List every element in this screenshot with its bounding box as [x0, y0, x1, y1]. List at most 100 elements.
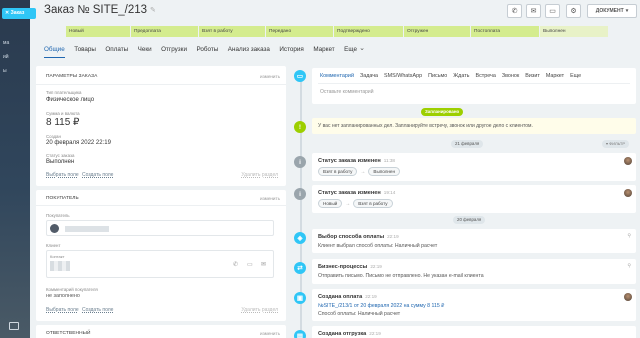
printer-icon[interactable]	[9, 322, 19, 330]
create-field-link[interactable]: Создать поле	[82, 307, 113, 313]
event-payment-method: Выбор способа оплаты 22:19 Клиент выбрал …	[312, 229, 636, 253]
created-value: 20 февраля 2022 22:19	[46, 140, 111, 146]
user-icon	[50, 224, 59, 233]
stage-8[interactable]: Выполнен	[540, 26, 608, 37]
activity-tab-6[interactable]: Встреча	[475, 73, 495, 79]
delete-section-link[interactable]: Удалить раздел	[241, 307, 278, 313]
event-time: 22:19	[369, 331, 381, 336]
activity-tab-3[interactable]: SMS/WhatsApp	[384, 73, 422, 79]
stage-4[interactable]: Передано	[266, 26, 333, 37]
tab-6[interactable]: Роботы	[196, 46, 218, 58]
event-text: Способ оплаты: Наличный расчет	[318, 311, 401, 317]
tab-5[interactable]: Отгрузки	[161, 46, 187, 58]
planned-card: У вас нет запланированных дел. Запланиру…	[312, 118, 636, 134]
choose-field-link[interactable]: Выбрать поле	[46, 307, 79, 313]
avatar[interactable]	[624, 189, 632, 197]
activity-tab-4[interactable]: Письмо	[428, 73, 447, 79]
stage-1[interactable]: Новый	[66, 26, 130, 37]
sidebar-item-2[interactable]: ий	[3, 54, 9, 60]
activity-tab-8[interactable]: Визит	[525, 73, 540, 79]
mail-icon[interactable]: ✉	[261, 261, 266, 268]
create-field-link[interactable]: Создать поле	[82, 172, 113, 178]
event-status-changed: Статус заказа изменен 11:38 Взят в работу…	[312, 153, 636, 181]
tab-4[interactable]: Чеки	[138, 46, 152, 58]
filter-label: ФИЛЬТР	[609, 141, 626, 146]
document-button[interactable]: ДОКУМЕНТ ▾	[587, 4, 637, 18]
activity-tab-5[interactable]: Ждать	[453, 73, 469, 79]
buyer-field[interactable]	[46, 220, 274, 236]
event-title: Статус заказа изменен	[318, 158, 381, 164]
document-button-label: ДОКУМЕНТ	[595, 8, 624, 14]
gear-icon[interactable]: ⚙	[566, 4, 581, 18]
client-label: Клиент	[46, 243, 61, 248]
event-time: 11:38	[383, 158, 395, 163]
event-shipment-created: Создана отгрузка 22:19	[312, 326, 636, 338]
params-edit-link[interactable]: изменить	[260, 74, 280, 79]
event-payment-created: Создана оплата 22:19 №SITE_/213/1 от 20 ф…	[312, 289, 636, 321]
chat-icon[interactable]: ▭	[247, 261, 253, 268]
pencil-icon[interactable]: ✎	[150, 6, 156, 14]
workflow-icon: ⇄	[294, 262, 306, 274]
buyer-card: ПОКУПАТЕЛЬ изменить Покупатель Клиент Ко…	[36, 190, 286, 321]
status-value: Выполнен	[46, 159, 75, 165]
client-field[interactable]: Контакт ✆ ▭ ✉	[46, 250, 274, 278]
choose-field-link[interactable]: Выбрать поле	[46, 172, 79, 178]
amount-label: Сумма и валюта	[46, 111, 80, 116]
tab-8[interactable]: История	[279, 46, 303, 58]
stage-2[interactable]: Предоплата	[131, 26, 198, 37]
buyer-edit-link[interactable]: изменить	[260, 196, 280, 201]
phone-icon[interactable]: ✆	[233, 261, 238, 268]
divider	[36, 205, 286, 206]
created-label: Создан	[46, 134, 61, 139]
stage-3[interactable]: Взят в работу	[199, 26, 265, 37]
tab-9[interactable]: Маркет	[313, 46, 334, 58]
stage-7[interactable]: Постоплата	[471, 26, 539, 37]
stage-6[interactable]: Отгружен	[404, 26, 470, 37]
tab-10[interactable]: Еще ⌄	[344, 45, 365, 58]
comment-icon: ▭	[294, 70, 306, 82]
slider-tab[interactable]: ✕ Заказ	[2, 8, 36, 19]
tab-3[interactable]: Оплаты	[105, 46, 128, 58]
status-label: Статус заказа	[46, 153, 75, 158]
activity-tabs: Комментарий Задача SMS/WhatsApp Письмо Ждать…	[320, 73, 587, 79]
timeline: ▭ Комментарий Задача SMS/WhatsApp Письмо Жда…	[288, 62, 640, 338]
sidebar-item-1[interactable]: ма	[3, 40, 9, 46]
payer-type-label: Тип плательщика	[46, 90, 82, 95]
chat-icon[interactable]: ▭	[545, 4, 560, 18]
event-status-changed: Статус заказа изменен 19:14 Новый → Взят в …	[312, 185, 636, 213]
stage-bar: Новый Предоплата Взят в работу Передано Подт…	[66, 26, 608, 37]
pin-icon[interactable]: ⚲	[627, 263, 631, 269]
contact-label: Контакт	[50, 254, 65, 259]
responsible-edit-link[interactable]: изменить	[260, 331, 280, 336]
activity-tab-9[interactable]: Маркет	[546, 73, 564, 79]
status-chip-from: Взят в работу	[318, 167, 358, 176]
divider	[318, 83, 630, 84]
arrow-right-icon: →	[360, 169, 366, 175]
comment-input[interactable]: Оставьте комментарий	[320, 89, 374, 95]
stage-5[interactable]: Подтверждено	[334, 26, 403, 37]
activity-tab-2[interactable]: Задача	[360, 73, 378, 79]
redacted-name	[65, 226, 109, 232]
left-sidebar: ма ий ы	[0, 0, 30, 338]
delete-section-link[interactable]: Удалить раздел	[241, 172, 278, 178]
info-icon: !	[294, 121, 306, 133]
filter-button[interactable]: ▾ ФИЛЬТР	[602, 140, 630, 148]
avatar[interactable]	[624, 293, 632, 301]
sidebar-item-3[interactable]: ы	[3, 68, 7, 74]
date-separator: 20 февраля	[453, 216, 486, 224]
activity-tab-10[interactable]: Еще	[570, 73, 581, 79]
wallet-icon: ◈	[294, 232, 306, 244]
payment-link[interactable]: №SITE_/213/1 от 20 февраля 2022 на сумму…	[318, 303, 444, 309]
event-time: 22:19	[370, 264, 382, 269]
phone-icon[interactable]: ✆	[507, 4, 522, 18]
truck-icon: ▤	[294, 330, 306, 338]
pin-icon[interactable]: ⚲	[627, 233, 631, 239]
date-separator: 21 февраля	[451, 140, 484, 148]
avatar[interactable]	[624, 157, 632, 165]
tab-2[interactable]: Товары	[74, 46, 96, 58]
activity-tab-1[interactable]: Комментарий	[320, 73, 354, 79]
tab-1[interactable]: Общие	[44, 46, 65, 58]
mail-icon[interactable]: ✉	[526, 4, 541, 18]
tab-7[interactable]: Анализ заказа	[228, 46, 270, 58]
activity-tab-7[interactable]: Звонок	[502, 73, 519, 79]
